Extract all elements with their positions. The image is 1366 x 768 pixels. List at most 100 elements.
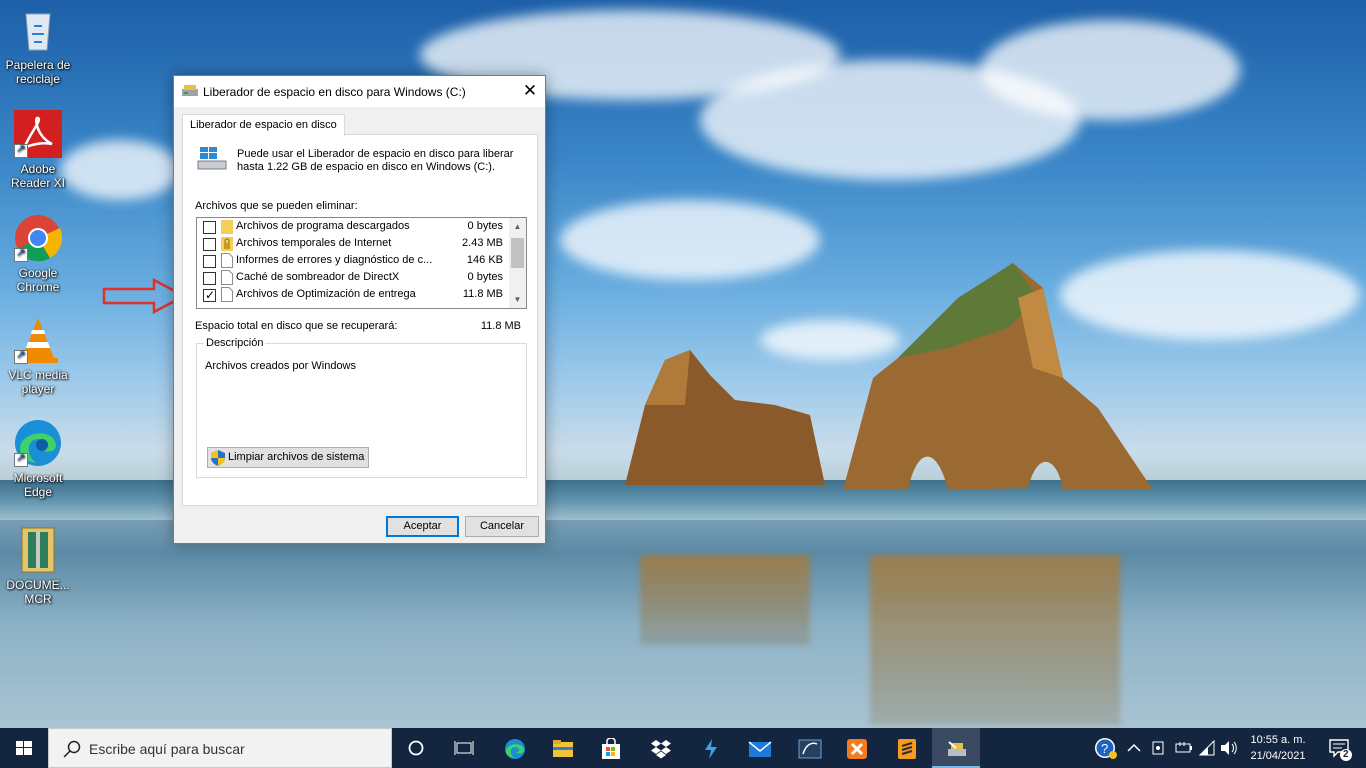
start-button[interactable] — [0, 728, 48, 768]
document-icon — [221, 253, 233, 268]
desktop-icon-archive[interactable]: DOCUME... MCR — [0, 526, 76, 606]
tab-panel: Puede usar el Liberador de espacio en di… — [182, 134, 538, 506]
file-name: Archivos de programa descargados — [236, 220, 410, 232]
dialog-title: Liberador de espacio en disco para Windo… — [203, 85, 466, 99]
search-icon — [63, 740, 81, 758]
file-row[interactable]: Caché de sombreador de DirectX 0 bytes — [197, 269, 509, 286]
search-box[interactable]: Escribe aquí para buscar — [48, 728, 392, 768]
file-checkbox[interactable] — [203, 238, 216, 251]
taskbar-sublime[interactable] — [882, 728, 930, 768]
total-space-value: 11.8 MB — [480, 320, 521, 332]
wallpaper-reflection — [640, 555, 810, 645]
chrome-icon — [14, 214, 63, 262]
wifi-icon — [1198, 739, 1215, 756]
scroll-down-arrow-icon[interactable]: ▼ — [509, 291, 526, 308]
tray-show-hidden[interactable] — [1124, 728, 1144, 768]
drive-icon — [197, 147, 227, 170]
tray-device[interactable] — [1148, 728, 1170, 768]
file-row[interactable]: Informes de errores y diagnóstico de c..… — [197, 252, 509, 269]
file-size: 146 KB — [466, 254, 503, 266]
file-name: Archivos temporales de Internet — [236, 237, 392, 249]
file-row[interactable]: Archivos de programa descargados 0 bytes — [197, 218, 509, 235]
cortana-button[interactable] — [392, 728, 440, 768]
sublime-text-icon — [898, 739, 916, 759]
file-list-scrollbar[interactable]: ▲ ▼ — [509, 218, 526, 308]
svg-text:?: ? — [1101, 741, 1108, 756]
desktop-icon-edge[interactable]: Microsoft Edge — [0, 419, 76, 499]
desktop-icon-recycle-bin[interactable]: Papelera de reciclaje — [0, 6, 76, 86]
tray-network[interactable] — [1196, 728, 1218, 768]
tray-battery[interactable] — [1172, 728, 1194, 768]
close-button[interactable]: ✕ — [515, 76, 545, 107]
desktop-icon-label: Adobe Reader XI — [10, 162, 66, 190]
taskbar-sql-tool[interactable] — [784, 728, 832, 768]
lock-folder-icon — [221, 237, 233, 251]
scroll-up-arrow-icon[interactable]: ▲ — [509, 218, 526, 235]
file-checkbox[interactable] — [203, 272, 216, 285]
archive-icon — [14, 526, 62, 574]
file-row[interactable]: Archivos de Optimización de entrega 11.8… — [197, 286, 509, 304]
wallpaper-rock-large — [843, 263, 1153, 490]
clean-system-files-label: Limpiar archivos de sistema — [228, 451, 365, 463]
taskbar-app-bolt[interactable] — [686, 728, 734, 768]
speaker-icon — [1221, 741, 1237, 755]
scroll-thumb[interactable] — [511, 238, 524, 268]
desktop-icon-label: Microsoft Edge — [13, 471, 63, 499]
clean-system-files-button[interactable]: Limpiar archivos de sistema — [207, 447, 370, 468]
desktop-icon-label: VLC media player — [8, 368, 68, 396]
description-legend: Descripción — [204, 337, 266, 349]
clock-date: 21/04/2021 — [1250, 750, 1306, 762]
ok-button[interactable]: Aceptar — [386, 516, 459, 537]
dropbox-icon — [651, 740, 671, 759]
taskbar-mail[interactable] — [734, 728, 782, 768]
file-checkbox[interactable] — [203, 221, 216, 234]
taskbar-store[interactable] — [586, 728, 634, 768]
taskbar-xampp[interactable] — [832, 728, 880, 768]
taskbar-dropbox[interactable] — [636, 728, 684, 768]
task-view-button[interactable] — [440, 728, 488, 768]
tray-help[interactable]: ? — [1092, 728, 1120, 768]
clock-time: 10:55 a. m. — [1250, 734, 1306, 746]
disk-cleanup-dialog: Liberador de espacio en disco para Windo… — [173, 75, 546, 544]
notification-center-button[interactable]: 2 — [1318, 728, 1366, 768]
task-view-icon — [454, 741, 474, 755]
tab-disk-cleanup[interactable]: Liberador de espacio en disco — [182, 114, 345, 136]
cancel-button[interactable]: Cancelar — [465, 516, 539, 537]
taskbar-edge[interactable] — [490, 728, 538, 768]
desktop-icon-label: Papelera de reciclaje — [5, 58, 71, 86]
folder-icon — [553, 740, 573, 757]
shortcut-arrow-icon — [14, 451, 28, 467]
desktop-icon-adobe-reader[interactable]: Adobe Reader XI — [0, 110, 76, 190]
device-icon — [1152, 741, 1164, 755]
file-checkbox[interactable] — [203, 255, 216, 268]
taskbar-clock[interactable]: 10:55 a. m. 21/04/2021 — [1240, 732, 1316, 764]
taskbar-file-explorer[interactable] — [538, 728, 586, 768]
edge-icon — [505, 739, 525, 759]
total-space-label: Espacio total en disco que se recuperará… — [195, 320, 398, 332]
file-row[interactable]: Archivos temporales de Internet 2.43 MB — [197, 235, 509, 252]
chevron-up-icon — [1127, 743, 1141, 752]
document-icon — [221, 270, 233, 285]
cortana-icon — [408, 740, 424, 756]
files-label: Archivos que se pueden eliminar: — [195, 200, 358, 212]
file-size: 11.8 MB — [462, 288, 503, 300]
xampp-icon — [847, 739, 867, 759]
wallpaper-reflection — [870, 555, 1120, 725]
disk-cleanup-icon — [948, 741, 966, 756]
document-icon — [221, 287, 233, 302]
store-icon — [602, 738, 620, 759]
title-bar[interactable]: Liberador de espacio en disco para Windo… — [174, 76, 545, 107]
help-icon: ? — [1095, 738, 1117, 759]
description-text: Archivos creados por Windows — [205, 360, 357, 372]
taskbar-disk-cleanup-active[interactable] — [932, 728, 980, 768]
desktop-icon-vlc[interactable]: VLC media player — [0, 316, 76, 396]
file-list[interactable]: Archivos de programa descargados 0 bytes… — [196, 217, 527, 309]
tray-volume[interactable] — [1218, 728, 1240, 768]
edge-icon — [14, 419, 62, 467]
search-placeholder: Escribe aquí para buscar — [89, 741, 245, 757]
file-checkbox-checked[interactable] — [203, 287, 216, 304]
desktop-icon-chrome[interactable]: Google Chrome — [0, 214, 76, 294]
recycle-bin-icon — [14, 6, 62, 54]
wallpaper-cloud — [560, 200, 820, 280]
bolt-app-icon — [705, 739, 717, 759]
